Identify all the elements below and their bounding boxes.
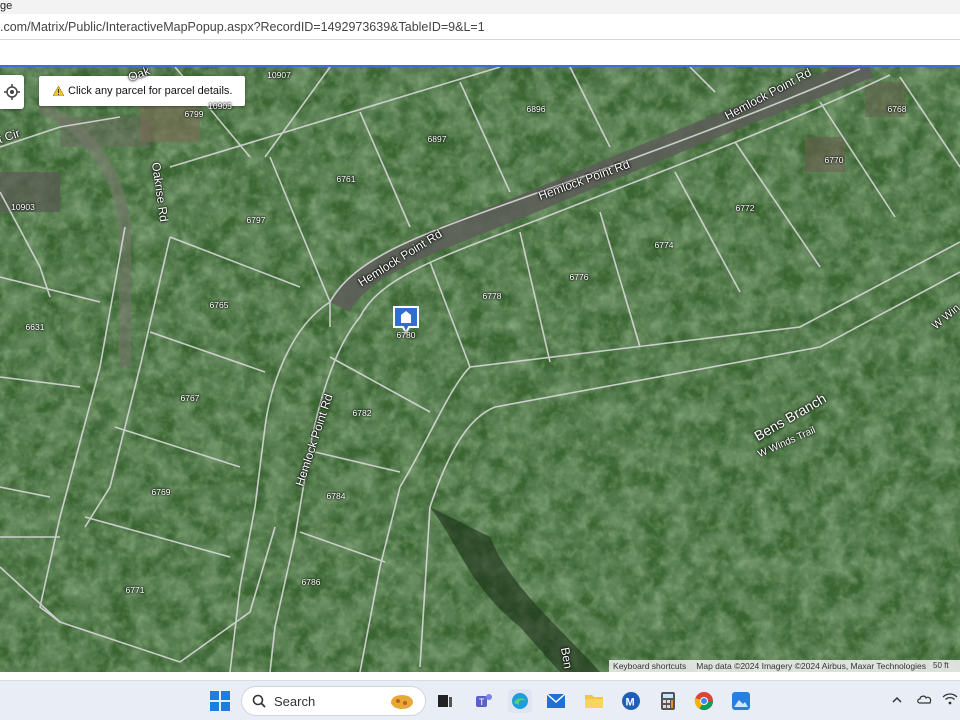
mail-button[interactable] xyxy=(544,689,568,713)
parcel-label[interactable]: 6776 xyxy=(570,272,589,282)
locate-me-button[interactable] xyxy=(0,75,24,109)
page-bottom-gap xyxy=(0,672,960,680)
chevron-up-icon xyxy=(892,696,902,703)
parcel-label[interactable]: 6896 xyxy=(527,104,546,114)
parcel-label[interactable]: 6786 xyxy=(302,577,321,587)
parcel-label[interactable]: 6772 xyxy=(736,203,755,213)
browser-title-strip: ge xyxy=(0,0,960,14)
calculator-icon xyxy=(661,692,675,710)
parcel-label[interactable]: 6774 xyxy=(655,240,674,250)
search-icon xyxy=(252,694,266,708)
onedrive-tray[interactable] xyxy=(917,693,933,707)
app-m-button[interactable]: M xyxy=(619,689,643,713)
parcel-label[interactable]: 6782 xyxy=(353,408,372,418)
tab-title-fragment: ge xyxy=(0,0,13,12)
parcel-label[interactable]: 6761 xyxy=(337,174,356,184)
svg-text:M: M xyxy=(626,697,635,709)
map-data-credit[interactable]: Map data ©2024 Imagery ©2024 Airbus, Max… xyxy=(696,661,926,671)
scale-bar[interactable]: 50 ft xyxy=(930,660,960,672)
cloud-icon xyxy=(917,695,932,704)
interactive-map[interactable]: Click any parcel for parcel details. Hem… xyxy=(0,67,960,672)
teams-button[interactable]: T xyxy=(472,689,496,713)
satellite-imagery xyxy=(0,67,960,672)
parcel-label[interactable]: 6799 xyxy=(185,109,204,119)
photos-button[interactable] xyxy=(729,689,753,713)
chrome-icon xyxy=(694,692,713,711)
parcel-hint-text: Click any parcel for parcel details. xyxy=(68,85,233,97)
crosshair-icon xyxy=(4,84,20,100)
parcel-label[interactable]: 6768 xyxy=(888,104,907,114)
address-bar[interactable]: .com/Matrix/Public/InteractiveMapPopup.a… xyxy=(0,14,960,40)
parcel-label[interactable]: 6631 xyxy=(26,322,45,332)
windows-taskbar: Search T M xyxy=(0,680,960,720)
wifi-icon xyxy=(942,693,958,705)
chrome-button[interactable] xyxy=(692,689,716,713)
url-text: .com/Matrix/Public/InteractiveMapPopup.a… xyxy=(0,20,485,34)
parcel-label[interactable]: 6769 xyxy=(152,487,171,497)
mail-icon xyxy=(546,693,566,708)
photos-icon xyxy=(732,692,750,710)
search-highlight-icon xyxy=(391,695,413,709)
search-placeholder: Search xyxy=(274,693,316,709)
parcel-label[interactable]: 6797 xyxy=(247,215,266,225)
parcel-label[interactable]: 6765 xyxy=(210,300,229,310)
edge-button[interactable] xyxy=(508,689,532,713)
parcel-label[interactable]: 6778 xyxy=(483,291,502,301)
parcel-label[interactable]: 6771 xyxy=(126,585,145,595)
teams-icon: T xyxy=(476,694,492,707)
warning-icon xyxy=(53,86,64,96)
task-view-button[interactable] xyxy=(433,689,457,713)
calculator-button[interactable] xyxy=(656,689,680,713)
parcel-label[interactable]: 10905 xyxy=(208,101,232,111)
parcel-label[interactable]: 6780 xyxy=(397,330,416,340)
taskbar-search[interactable]: Search xyxy=(241,686,426,716)
parcel-label[interactable]: 6784 xyxy=(327,491,346,501)
map-attribution: Keyboard shortcuts Map data ©2024 Imager… xyxy=(609,660,930,672)
parcel-label[interactable]: 10907 xyxy=(267,70,291,80)
page-gap xyxy=(0,40,960,66)
parcel-label[interactable]: 10903 xyxy=(11,202,35,212)
parcel-label[interactable]: 6770 xyxy=(825,155,844,165)
wifi-tray[interactable] xyxy=(942,693,958,708)
file-explorer-button[interactable] xyxy=(582,689,606,713)
start-button[interactable] xyxy=(208,689,232,713)
parcel-label[interactable]: 6767 xyxy=(181,393,200,403)
parcel-label[interactable]: 6897 xyxy=(428,134,447,144)
svg-text:T: T xyxy=(479,697,485,707)
folder-icon xyxy=(585,695,603,708)
m-app-icon: M xyxy=(622,692,640,710)
keyboard-shortcuts-link[interactable]: Keyboard shortcuts xyxy=(613,661,686,671)
tray-overflow-chevron[interactable] xyxy=(892,693,902,707)
windows-logo-icon xyxy=(210,691,230,711)
task-view-icon xyxy=(438,695,452,707)
edge-icon xyxy=(512,693,528,709)
